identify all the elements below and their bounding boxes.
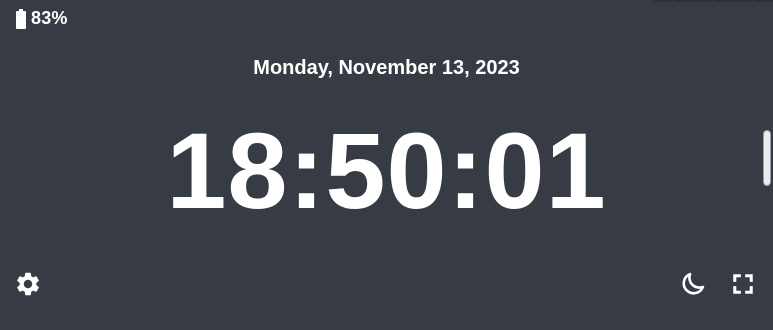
edge-tab xyxy=(754,0,773,2)
edge-tab xyxy=(694,0,713,2)
settings-button[interactable] xyxy=(13,269,43,299)
edge-tab xyxy=(674,0,693,2)
edge-tab xyxy=(654,0,673,2)
battery-icon xyxy=(16,8,26,29)
scroll-handle[interactable] xyxy=(764,131,770,185)
clock-time: 18:50:01 xyxy=(166,110,607,231)
fullscreen-icon xyxy=(733,274,753,294)
edge-tab xyxy=(734,0,753,2)
battery-status: 83% xyxy=(16,8,68,29)
battery-percentage: 83% xyxy=(31,8,68,28)
date-label: Monday, November 13, 2023 xyxy=(253,57,520,79)
night-mode-button[interactable] xyxy=(678,269,708,299)
moon-icon xyxy=(682,272,705,295)
edge-tab xyxy=(714,0,733,2)
top-edge-tabs xyxy=(654,0,773,2)
fullscreen-button[interactable] xyxy=(728,269,758,299)
gear-icon xyxy=(17,272,39,296)
